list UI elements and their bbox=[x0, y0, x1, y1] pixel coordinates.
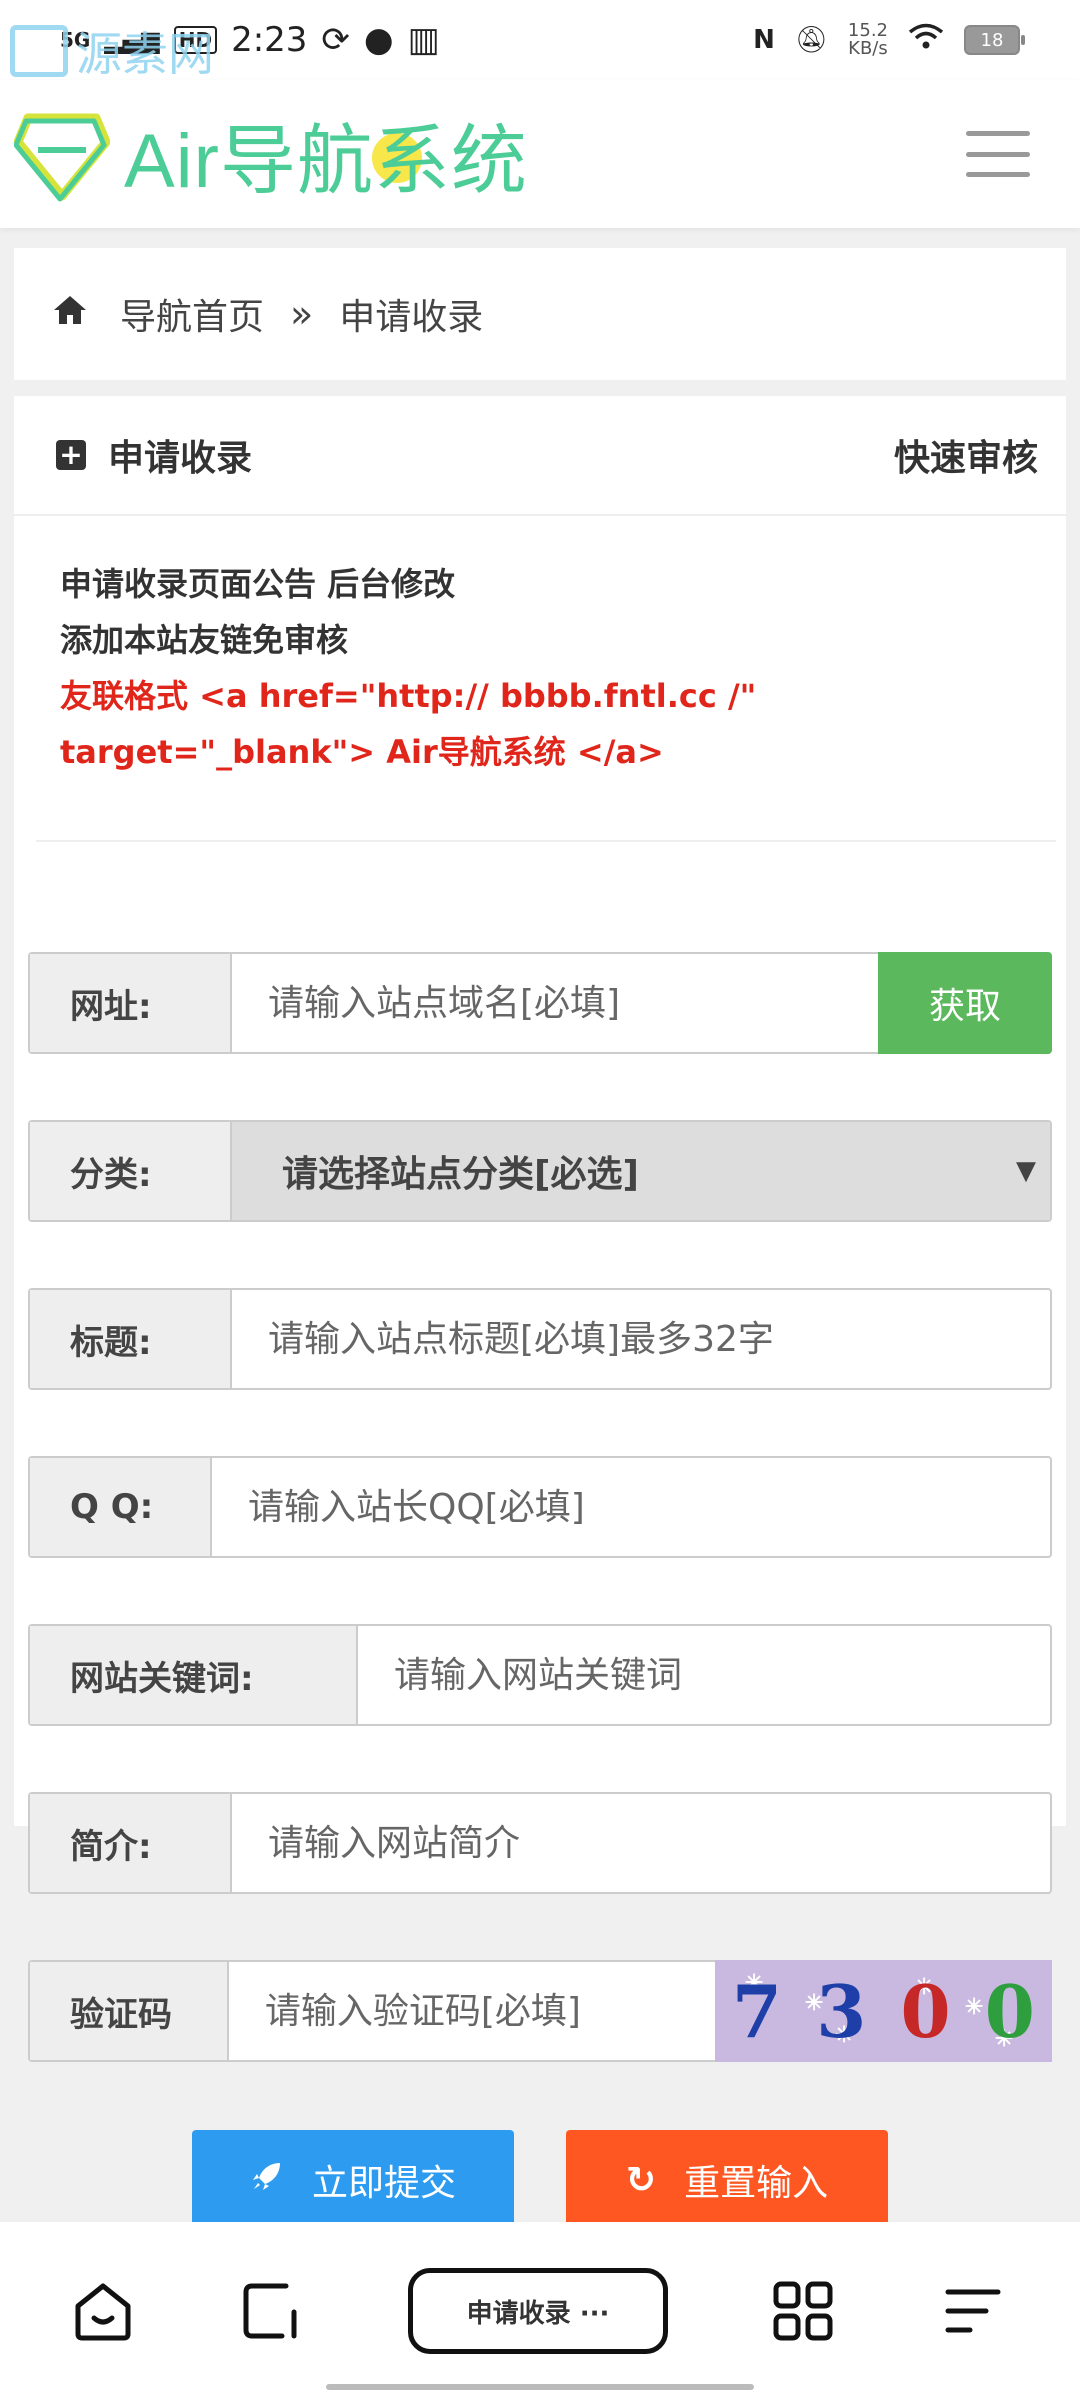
captcha-digit: 0 bbox=[900, 1968, 951, 2054]
site-title: Air导航系统 bbox=[124, 119, 528, 204]
notice-line: 申请收录页面公告 后台修改 bbox=[60, 565, 456, 603]
hamburger-menu-icon[interactable] bbox=[966, 131, 1030, 177]
category-row: 分类: 请选择站点分类[必选] ▼ bbox=[28, 1120, 1052, 1222]
captcha-digit: 3 bbox=[816, 1968, 867, 2054]
refresh-icon: ↻ bbox=[625, 2159, 657, 2201]
category-label: 分类: bbox=[30, 1122, 232, 1220]
submit-label: 立即提交 bbox=[311, 2163, 456, 2204]
reset-button[interactable]: ↻ 重置输入 bbox=[566, 2130, 888, 2230]
intro-input[interactable] bbox=[232, 1794, 1050, 1892]
plus-square-icon: + bbox=[56, 440, 86, 470]
fetch-button[interactable]: 获取 bbox=[878, 952, 1052, 1054]
quick-review-link[interactable]: 快速审核 bbox=[894, 429, 1066, 481]
watermark: 源素网 bbox=[10, 18, 214, 84]
apps-grid-icon[interactable] bbox=[770, 2278, 836, 2344]
book-icon: ▥ bbox=[407, 20, 440, 60]
captcha-input[interactable] bbox=[228, 1962, 715, 2060]
keywords-input[interactable] bbox=[358, 1626, 1050, 1724]
apply-card: + 申请收录 快速审核 申请收录页面公告 后台修改 添加本站友链免审核 友联格式… bbox=[14, 396, 1066, 2062]
url-input[interactable] bbox=[232, 954, 878, 1052]
keywords-label: 网站关键词: bbox=[30, 1626, 358, 1724]
breadcrumb: 导航首页 » 申请收录 bbox=[14, 248, 1066, 380]
wifi-icon bbox=[908, 23, 944, 58]
keywords-row: 网站关键词: bbox=[28, 1624, 1052, 1726]
site-logo[interactable]: Air导航系统 bbox=[0, 99, 528, 209]
submit-button[interactable]: 立即提交 bbox=[192, 2130, 514, 2230]
qq-icon: ● bbox=[363, 20, 394, 60]
notice-line: 添加本站友链免审核 bbox=[60, 621, 349, 659]
battery-icon: 18 bbox=[964, 25, 1025, 55]
title-label: 标题: bbox=[30, 1290, 232, 1388]
sync-icon: ⟳ bbox=[321, 20, 350, 60]
home-icon[interactable] bbox=[52, 294, 88, 335]
mute-icon: 🔕︎ bbox=[794, 25, 828, 55]
notice-link-format: target="_blank"> Air导航系统 </a> bbox=[60, 733, 664, 771]
browser-bottom-bar: 申请收录 ··· bbox=[0, 2222, 1080, 2400]
gesture-bar[interactable] bbox=[326, 2384, 754, 2390]
breadcrumb-separator: » bbox=[290, 292, 314, 336]
dropdown-arrow-icon: ▼ bbox=[1016, 1156, 1036, 1186]
breadcrumb-home-link[interactable]: 导航首页 bbox=[120, 288, 264, 340]
nfc-icon: N bbox=[753, 25, 775, 55]
tabs-icon[interactable] bbox=[238, 2278, 304, 2344]
notice-link-format: 友联格式 <a href="http:// bbbb.fntl.cc /" bbox=[60, 677, 757, 715]
qq-row: Q Q: bbox=[28, 1456, 1052, 1558]
qq-input[interactable] bbox=[212, 1458, 1050, 1556]
menu-lines-icon[interactable] bbox=[940, 2278, 1006, 2344]
qq-label: Q Q: bbox=[30, 1458, 212, 1556]
url-row: 网址: 获取 bbox=[28, 952, 1052, 1054]
divider bbox=[36, 840, 1056, 842]
reset-label: 重置输入 bbox=[684, 2163, 829, 2204]
captcha-digit: 7 bbox=[731, 1968, 783, 2054]
intro-label: 简介: bbox=[30, 1794, 232, 1892]
intro-row: 简介: bbox=[28, 1792, 1052, 1894]
clock: 2:23 bbox=[231, 20, 308, 60]
category-select[interactable]: 请选择站点分类[必选] ▼ bbox=[232, 1122, 1050, 1220]
card-title: 申请收录 bbox=[108, 438, 253, 479]
net-speed: 15.2 KB/s bbox=[847, 20, 888, 59]
url-label: 网址: bbox=[30, 954, 232, 1052]
title-input[interactable] bbox=[232, 1290, 1050, 1388]
title-row: 标题: bbox=[28, 1288, 1052, 1390]
captcha-image[interactable]: ✳ ✳ ✳ ✳ ✳ ✳ 7 3 0 0 bbox=[714, 1960, 1052, 2062]
watermark-logo-icon bbox=[10, 25, 68, 77]
category-selected: 请选择站点分类[必选] bbox=[282, 1154, 639, 1195]
breadcrumb-current: 申请收录 bbox=[339, 297, 484, 338]
home-nav-icon[interactable] bbox=[70, 2278, 136, 2344]
diamond-logo-icon bbox=[14, 113, 110, 202]
captcha-row: 验证码 ✳ ✳ ✳ ✳ ✳ ✳ 7 3 0 0 bbox=[28, 1960, 1052, 2062]
rocket-icon bbox=[250, 2159, 284, 2202]
notice: 申请收录页面公告 后台修改 添加本站友链免审核 友联格式 <a href="ht… bbox=[14, 516, 1066, 780]
current-page-pill[interactable]: 申请收录 ··· bbox=[408, 2268, 668, 2354]
captcha-label: 验证码 bbox=[30, 1962, 229, 2060]
captcha-digit: 0 bbox=[984, 1968, 1035, 2054]
site-header: Air导航系统 bbox=[0, 80, 1080, 228]
card-header: + 申请收录 快速审核 bbox=[14, 396, 1066, 516]
